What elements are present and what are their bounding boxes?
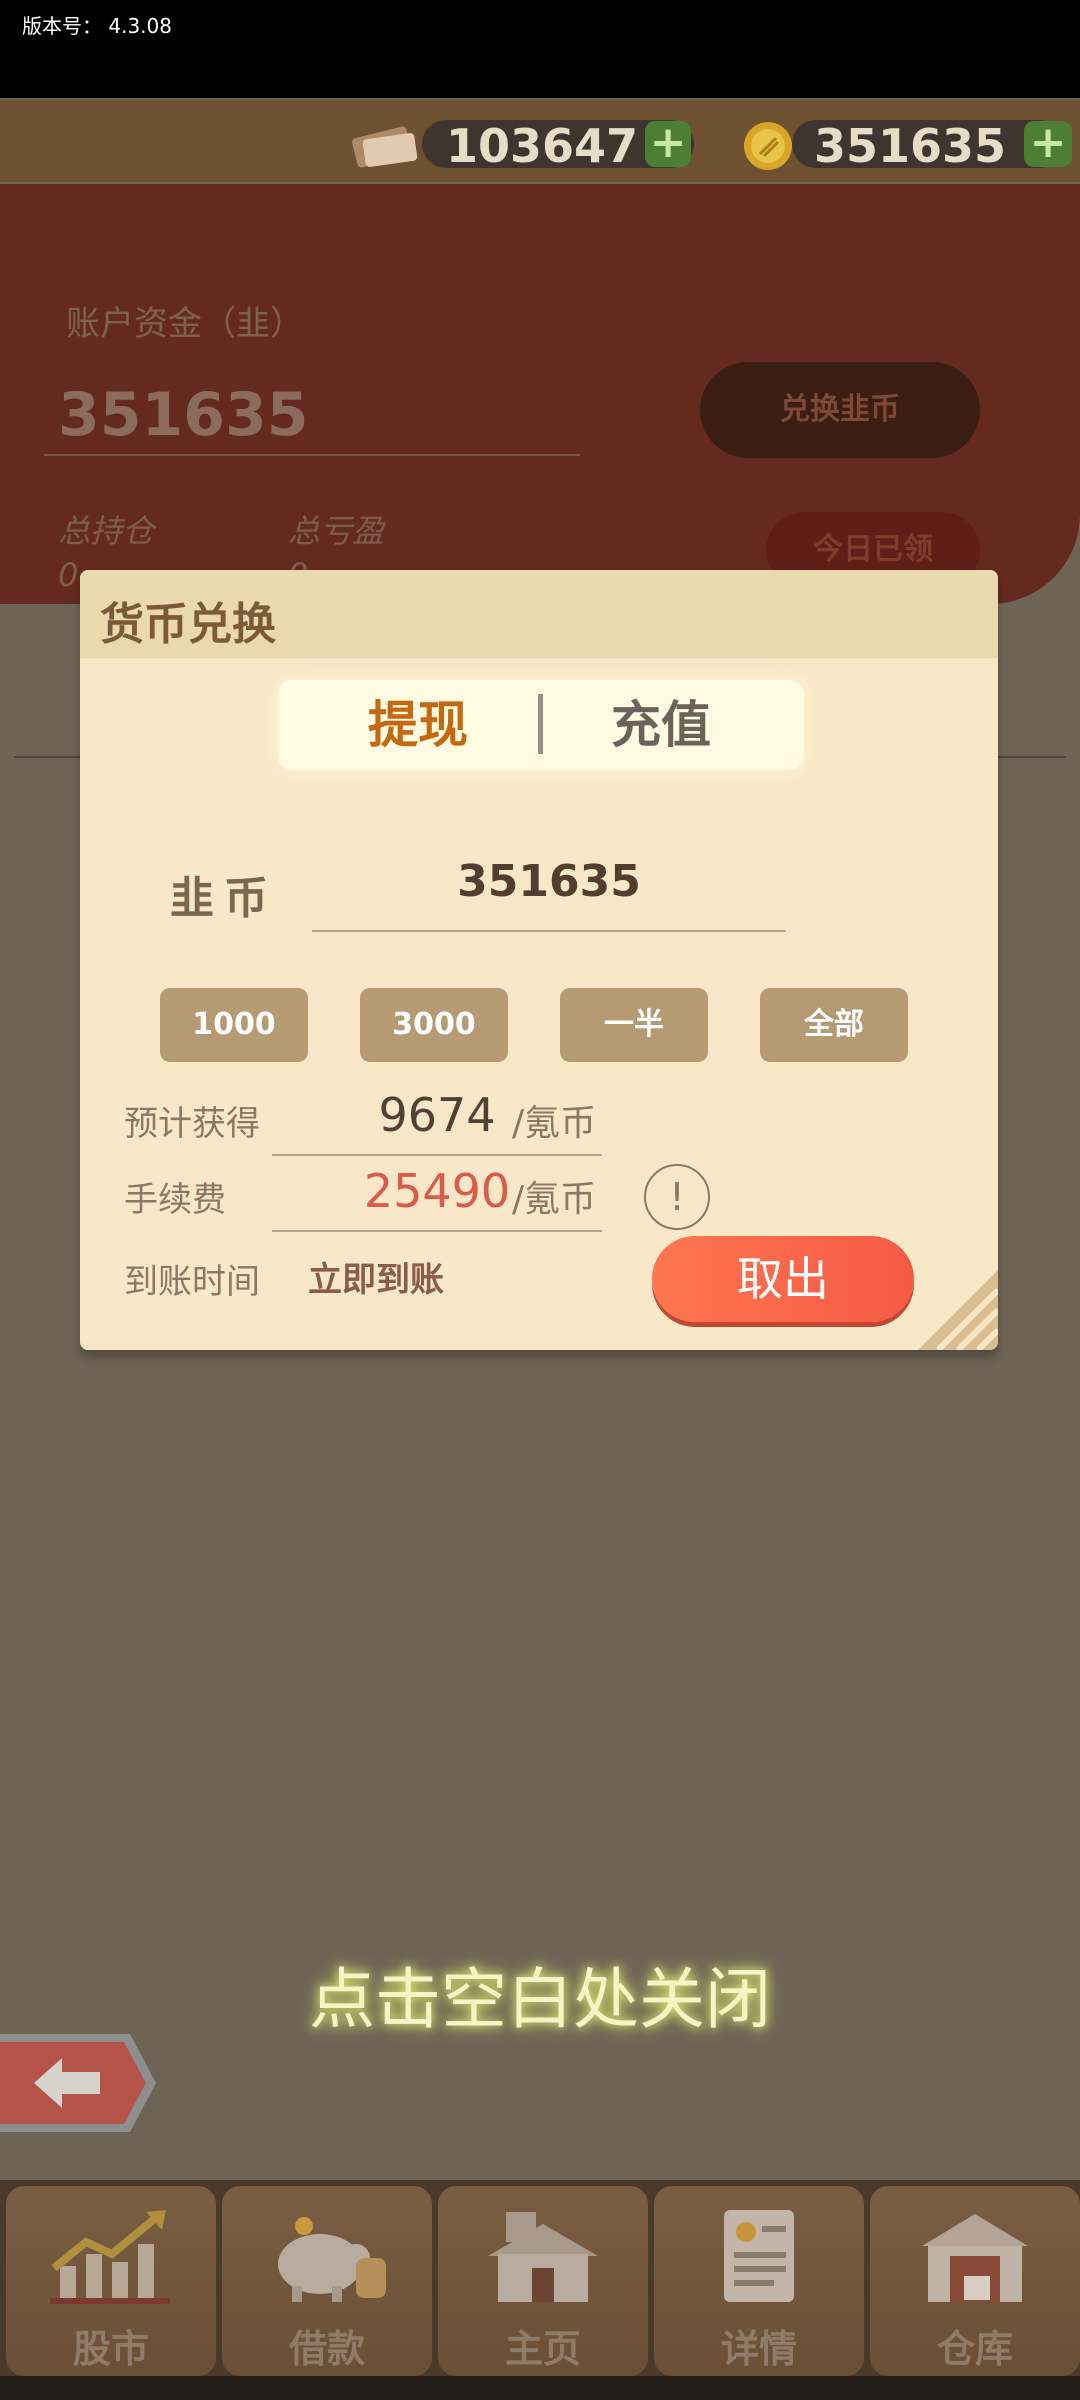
quick-amount-1000-button[interactable]: 1000	[160, 988, 308, 1062]
currency-label: 韭币	[170, 873, 278, 924]
tab-recharge[interactable]: 充值	[556, 680, 766, 770]
coin-amount: 351635	[814, 119, 1007, 173]
expected-label: 预计获得	[124, 1104, 260, 1144]
expected-unit: /氪币	[512, 1103, 597, 1144]
tab-withdraw[interactable]: 提现	[318, 680, 518, 770]
add-ticket-button[interactable]: +	[645, 121, 691, 167]
corner-stripes-decoration	[918, 1270, 998, 1350]
divider	[44, 454, 580, 456]
nav-item-stock-market[interactable]: 股市	[6, 2186, 216, 2376]
ticket-icon	[352, 126, 418, 168]
house-icon	[488, 2212, 598, 2302]
nav-label-home: 主页	[504, 2327, 581, 2371]
system-nav-bar	[0, 2376, 1080, 2400]
nav-item-loan[interactable]: 借款	[222, 2186, 432, 2376]
piggy-bank-icon	[278, 2217, 386, 2302]
total-holdings-label: 总持仓	[58, 512, 155, 550]
quick-amount-all-button[interactable]: 全部	[760, 988, 908, 1062]
fee-underline	[272, 1230, 602, 1232]
tap-to-close-hint[interactable]: 点击空白处关闭	[0, 1946, 1080, 2042]
fee-label: 手续费	[124, 1180, 226, 1220]
info-icon[interactable]: !	[644, 1164, 710, 1230]
tab-divider	[538, 694, 543, 754]
nav-item-warehouse[interactable]: 仓库	[870, 2186, 1080, 2376]
arrival-label: 到账时间	[124, 1262, 260, 1302]
quick-amount-half-button[interactable]: 一半	[560, 988, 708, 1062]
version-label: 版本号： 4.3.08	[22, 14, 172, 38]
nav-label-loan: 借款	[288, 2327, 365, 2371]
dialog-title: 货币兑换	[100, 599, 276, 650]
dialog-header: 货币兑换	[80, 570, 998, 658]
expected-underline	[272, 1154, 602, 1156]
amount-input[interactable]: 351635	[312, 856, 786, 907]
add-coin-button[interactable]: +	[1024, 121, 1072, 167]
nav-label-warehouse: 仓库	[936, 2327, 1013, 2371]
exchange-coins-button[interactable]: 兑换韭币	[700, 362, 980, 458]
arrival-value: 立即到账	[308, 1260, 444, 1300]
nav-item-home[interactable]: 主页	[438, 2186, 648, 2376]
ticket-amount: 103647	[446, 119, 639, 173]
currency-exchange-dialog: 货币兑换 提现 充值 韭币 351635 1000 3000 一半 全部 预计获…	[80, 570, 998, 1350]
warehouse-icon	[922, 2214, 1028, 2302]
amount-underline	[312, 930, 786, 932]
gold-coin-icon	[744, 122, 792, 170]
back-arrow-icon[interactable]	[0, 2028, 160, 2138]
quick-amount-3000-button[interactable]: 3000	[360, 988, 508, 1062]
document-icon	[724, 2210, 794, 2302]
total-pl-label: 总亏盈	[288, 512, 385, 550]
nav-label-stock-market: 股市	[72, 2327, 149, 2371]
stock-chart-icon	[50, 2210, 170, 2304]
funds-label: 账户资金（韭）	[66, 304, 304, 344]
funds-value: 351635	[58, 380, 309, 450]
withdraw-button[interactable]: 取出	[652, 1236, 914, 1322]
status-bar: 版本号： 4.3.08	[0, 0, 1080, 98]
tab-bar: 提现 充值	[278, 680, 804, 770]
fee-unit: /氪币	[512, 1179, 597, 1220]
nav-label-details: 详情	[720, 2327, 797, 2371]
nav-item-details[interactable]: 详情	[654, 2186, 864, 2376]
total-holdings-value: 0	[58, 556, 79, 594]
